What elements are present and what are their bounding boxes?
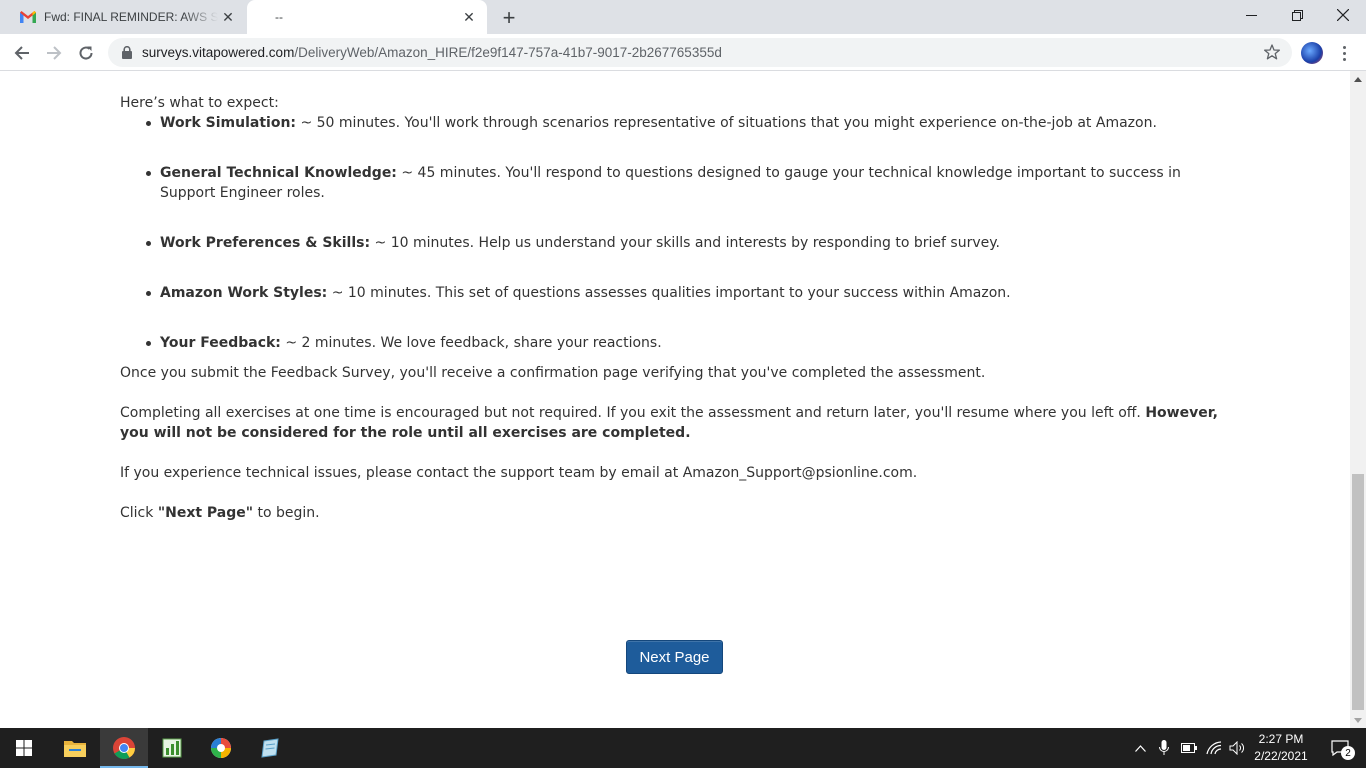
notepad-app-icon[interactable] [246,728,294,768]
page-viewport: Here’s what to expect: Work Simulation: … [0,71,1350,728]
item-text: ~ 2 minutes. We love feedback, share you… [280,335,662,351]
url-host: surveys.vitapowered.com [142,45,295,60]
tab-survey[interactable]: -- ✕ [247,0,487,34]
profile-avatar-icon[interactable] [1301,42,1323,64]
tab-title: Fwd: FINAL REMINDER: AWS Support [44,10,218,24]
back-icon[interactable] [8,39,36,67]
tab-title: -- [275,10,283,24]
button-container: Next Page [626,640,723,674]
restore-icon[interactable] [1274,0,1320,30]
scrollbar-thumb[interactable] [1352,474,1364,710]
next-page-button[interactable]: Next Page [626,640,723,674]
scroll-up-icon[interactable] [1350,71,1366,87]
tab-close-icon[interactable]: ✕ [459,7,479,27]
notification-count-badge: 2 [1341,746,1355,760]
clock-date: 2/22/2021 [1254,749,1308,763]
lock-icon[interactable] [120,46,134,60]
submit-note: Once you submit the Feedback Survey, you… [120,365,986,381]
completion-text: Completing all exercises at one time is … [120,405,1146,421]
url-path: /DeliveryWeb/Amazon_HIRE/f2e9f147-757a-4… [294,45,722,60]
tab-gmail[interactable]: Fwd: FINAL REMINDER: AWS Support ✕ [8,0,246,34]
system-clock[interactable]: 2:27 PM 2/22/2021 [1248,731,1314,765]
new-tab-icon[interactable]: + [498,5,520,30]
url-text: surveys.vitapowered.com/DeliveryWeb/Amaz… [142,45,722,60]
address-bar[interactable]: surveys.vitapowered.com/DeliveryWeb/Amaz… [108,38,1292,67]
item-text: ~ 10 minutes. This set of questions asse… [327,285,1011,301]
tab-strip: Fwd: FINAL REMINDER: AWS Support ✕ -- ✕ … [0,0,1366,34]
item-text: ~ 10 minutes. Help us understand your sk… [370,235,1000,251]
intro-text: Here’s what to expect: [120,95,279,111]
clock-time: 2:27 PM [1258,732,1304,746]
reload-icon[interactable] [72,39,100,67]
item-label: Your Feedback: [160,335,281,351]
scroll-down-icon[interactable] [1350,712,1366,728]
close-window-icon[interactable] [1320,0,1366,30]
microphone-icon[interactable] [1154,728,1174,768]
battery-icon[interactable] [1178,728,1200,768]
item-label: Amazon Work Styles: [160,285,328,301]
spreadsheet-app-icon[interactable] [148,728,196,768]
list-item: Your Feedback: ~ 2 minutes. We love feed… [120,333,1235,353]
forward-icon[interactable] [40,39,68,67]
item-label: Work Simulation: [160,115,297,131]
click-target-label: "Next Page" [157,505,254,521]
show-hidden-icons-icon[interactable] [1130,728,1150,768]
bookmark-star-icon[interactable] [1264,44,1280,60]
taskbar: 2:27 PM 2/22/2021 2 [0,728,1366,768]
chrome-taskbar-icon[interactable] [100,728,148,768]
vertical-scrollbar[interactable] [1350,71,1366,728]
instructions-content: Here’s what to expect: Work Simulation: … [120,93,1235,543]
click-prefix: Click [120,505,158,521]
completion-note: Completing all exercises at one time is … [120,403,1235,443]
action-center-icon[interactable]: 2 [1320,728,1360,768]
gmail-icon [20,9,36,25]
expectations-list: Work Simulation: ~ 50 minutes. You'll wo… [120,113,1235,353]
chrome-menu-icon[interactable] [1336,42,1352,64]
colorful-app-icon[interactable] [197,728,245,768]
browser-toolbar: surveys.vitapowered.com/DeliveryWeb/Amaz… [0,34,1366,71]
list-item: General Technical Knowledge: ~ 45 minute… [120,163,1235,203]
begin-instruction: Click "Next Page" to begin. [120,503,1235,523]
list-item: Work Simulation: ~ 50 minutes. You'll wo… [120,113,1235,133]
file-explorer-icon[interactable] [51,728,99,768]
minimize-icon[interactable] [1228,0,1274,30]
support-note: If you experience technical issues, plea… [120,465,918,481]
item-label: Work Preferences & Skills: [160,235,371,251]
windows-start-icon[interactable] [0,728,48,768]
item-label: General Technical Knowledge: [160,165,397,181]
wifi-icon[interactable] [1203,728,1225,768]
list-item: Work Preferences & Skills: ~ 10 minutes.… [120,233,1235,253]
click-suffix: to begin. [253,505,320,521]
volume-icon[interactable] [1226,728,1248,768]
item-text: ~ 50 minutes. You'll work through scenar… [296,115,1157,131]
list-item: Amazon Work Styles: ~ 10 minutes. This s… [120,283,1235,303]
tab-close-icon[interactable]: ✕ [218,7,238,27]
